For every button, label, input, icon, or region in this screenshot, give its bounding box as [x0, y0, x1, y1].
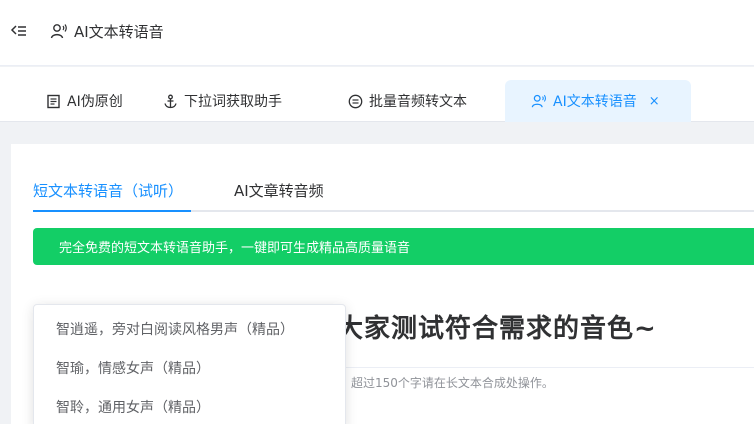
free-notice-banner: 完全免费的短文本转语音助手，一键即可生成精品高质量语音	[33, 228, 754, 265]
top-header: AI文本转语音	[0, 0, 754, 66]
voice-test-heading: 大家测试符合需求的音色~	[337, 314, 657, 344]
anchor-icon	[163, 94, 178, 109]
active-subtab-indicator	[33, 210, 191, 212]
document-icon	[46, 94, 61, 109]
tabs-bar: AI伪原创 下拉词获取助手 批量音频转文本 AI文本转语音 ×	[0, 67, 754, 122]
convert-circle-icon	[348, 94, 363, 109]
tab-dropdown-words[interactable]: 下拉词获取助手	[153, 80, 292, 122]
subtabs: 短文本转语音（试听） AI文章转音频	[33, 170, 754, 212]
voice-dropdown: 智逍遥，旁对白阅读风格男声（精品） 智瑜，情感女声（精品） 智聆，通用女声（精品…	[33, 304, 346, 424]
page-title: AI文本转语音	[50, 20, 164, 42]
tab-label: AI伪原创	[67, 94, 123, 110]
voice-option[interactable]: 智瑜，情感女声（精品）	[34, 350, 345, 389]
voice-option[interactable]: 智聆，通用女声（精品）	[34, 389, 345, 424]
voice-user-icon	[531, 93, 547, 109]
subtab-short-text-tts[interactable]: 短文本转语音（试听）	[33, 180, 183, 201]
tab-label: 下拉词获取助手	[184, 94, 282, 110]
menu-fold-icon[interactable]	[10, 22, 28, 40]
voice-option[interactable]: 智逍遥，旁对白阅读风格男声（精品）	[34, 311, 345, 350]
tab-ai-rewrite[interactable]: AI伪原创	[36, 80, 133, 122]
subtab-article-to-audio[interactable]: AI文章转音频	[234, 180, 324, 201]
tab-label: 批量音频转文本	[369, 94, 467, 110]
page-title-text: AI文本转语音	[74, 22, 164, 41]
divider	[341, 367, 754, 368]
length-hint: 超过150个字请在长文本合成处操作。	[351, 376, 554, 390]
tab-ai-text-to-speech[interactable]: AI文本转语音 ×	[505, 80, 691, 122]
voice-user-icon	[50, 22, 68, 40]
tab-batch-audio-to-text[interactable]: 批量音频转文本	[338, 80, 477, 122]
tab-label: AI文本转语音	[553, 94, 637, 110]
close-icon[interactable]: ×	[649, 94, 660, 109]
